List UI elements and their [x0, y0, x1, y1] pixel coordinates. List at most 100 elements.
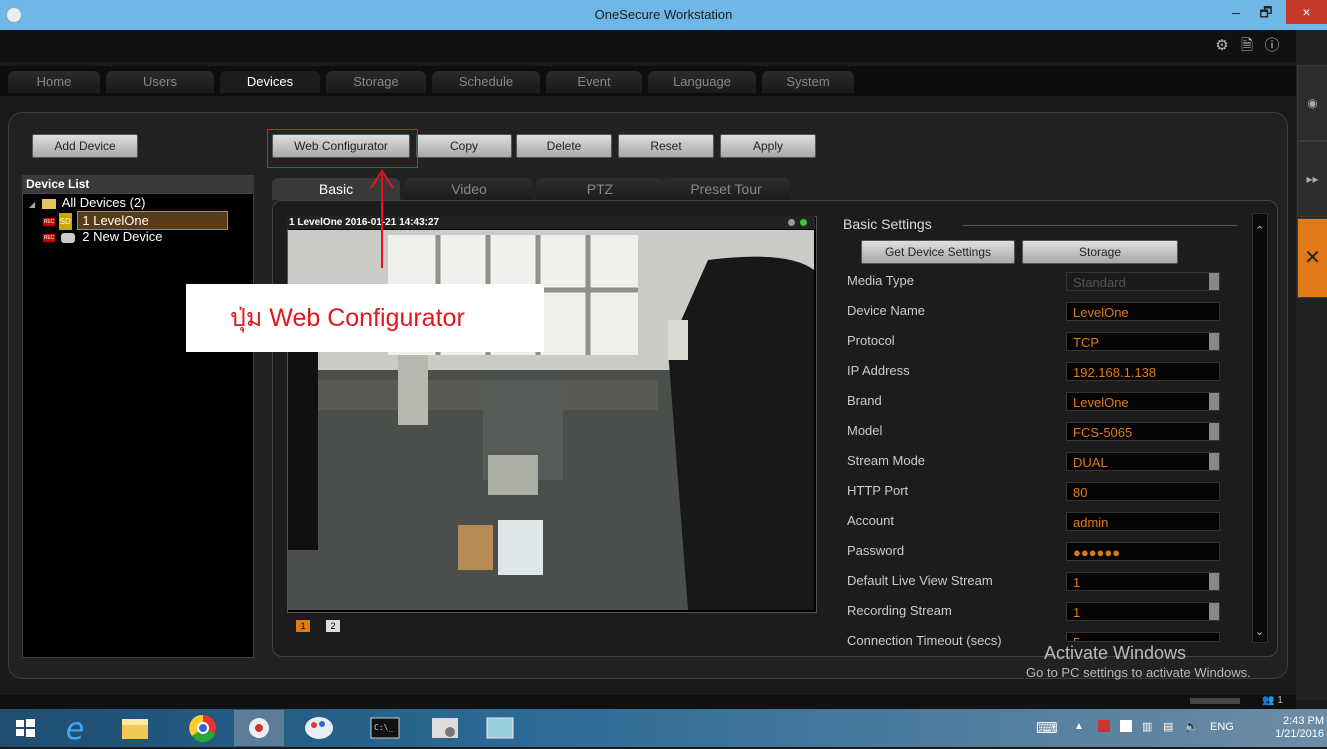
gear-icon[interactable]: ⚙ [1213, 37, 1231, 55]
paint-icon[interactable] [294, 710, 344, 746]
subtab-video[interactable]: Video [405, 178, 533, 200]
get-device-settings-button[interactable]: Get Device Settings [861, 240, 1015, 264]
windows-start-icon[interactable] [0, 710, 50, 746]
activate-windows-subtext: Go to PC settings to activate Windows. [1026, 665, 1251, 680]
setting-dropdown[interactable]: 1 [1066, 602, 1220, 621]
info-icon[interactable]: ⓘ [1263, 37, 1281, 55]
tab-system[interactable]: System [762, 71, 854, 93]
status-dot-icon [788, 219, 795, 226]
setting-value: DUAL [1073, 455, 1108, 470]
onesecure-taskbar-icon[interactable] [234, 710, 284, 746]
setting-value: 192.168.1.138 [1073, 365, 1157, 380]
copy-button[interactable]: Copy [416, 134, 512, 158]
scroll-down-icon[interactable]: ⌄ [1255, 625, 1264, 638]
view-2-button[interactable]: 2 [326, 620, 340, 632]
file-explorer-icon[interactable] [110, 710, 160, 746]
setting-dropdown[interactable]: 1 [1066, 572, 1220, 591]
online-users-count: 👥 1 [1262, 695, 1283, 706]
subtab-ptz[interactable]: PTZ [536, 178, 664, 200]
signal-icon[interactable]: ▥ [1142, 720, 1152, 733]
volume-slider[interactable] [1190, 698, 1240, 704]
tray-app-icon[interactable] [1120, 720, 1132, 732]
volume-icon[interactable]: 🔈 [1184, 719, 1199, 733]
tray-app-icon[interactable] [1098, 720, 1110, 732]
annotation-arrow-icon [370, 169, 394, 268]
keyboard-icon[interactable]: ⌨ [1036, 719, 1058, 737]
chrome-icon[interactable] [178, 710, 228, 746]
dropdown-arrow-icon[interactable] [1209, 453, 1219, 470]
apply-button[interactable]: Apply [720, 134, 816, 158]
svg-text:e: e [66, 712, 84, 746]
subtab-preset-tour[interactable]: Preset Tour [662, 178, 790, 200]
tools-icon[interactable]: ✕ [1297, 218, 1327, 298]
setting-dropdown[interactable]: TCP [1066, 332, 1220, 351]
tab-event[interactable]: Event [546, 71, 642, 93]
eye-icon[interactable]: ◉ [1297, 65, 1327, 141]
settings-scrollbar[interactable]: ⌃ ⌄ [1252, 213, 1268, 643]
setting-label: Stream Mode [847, 453, 926, 468]
setting-input[interactable]: LevelOne [1066, 302, 1220, 321]
dropdown-arrow-icon[interactable] [1209, 573, 1219, 590]
setting-value: 1 [1073, 575, 1081, 590]
storage-button[interactable]: Storage [1022, 240, 1178, 264]
users-icon: 👥 [1262, 695, 1275, 706]
clock[interactable]: 2:43 PM 1/21/2016 [1272, 715, 1324, 741]
users-count: 1 [1277, 695, 1283, 706]
setting-value: 5 [1073, 635, 1080, 641]
device-list-header: Device List [22, 175, 254, 193]
scroll-up-icon[interactable]: ⌃ [1255, 224, 1264, 237]
tree-root-label: All Devices (2) [61, 195, 146, 210]
dropdown-arrow-icon[interactable] [1209, 603, 1219, 620]
setting-label: HTTP Port [847, 483, 909, 498]
expand-arrow-icon[interactable]: ◢ [29, 200, 35, 209]
dropdown-arrow-icon[interactable] [1209, 423, 1219, 440]
app-header [0, 30, 1296, 62]
setting-input[interactable]: 80 [1066, 482, 1220, 501]
control-panel-icon[interactable] [420, 710, 470, 746]
view-1-button[interactable]: 1 [296, 620, 310, 632]
video-overlay-bar: 1 LevelOne 2016-01-21 14:43:27 [287, 216, 815, 229]
minimize-button[interactable]: – [1222, 0, 1250, 24]
maximize-button[interactable]: 🗗 [1252, 0, 1280, 24]
internet-explorer-icon[interactable]: e [50, 710, 100, 747]
setting-value: LevelOne [1073, 305, 1129, 320]
setting-dropdown[interactable]: Standard [1066, 272, 1220, 291]
setting-input[interactable]: admin [1066, 512, 1220, 531]
document-icon[interactable]: 🗎 [1238, 37, 1256, 55]
tab-language[interactable]: Language [648, 71, 756, 93]
fast-forward-icon[interactable]: ▸▸ [1297, 141, 1327, 217]
add-device-button[interactable]: Add Device [32, 134, 138, 158]
dropdown-arrow-icon[interactable] [1209, 393, 1219, 410]
tree-device-2[interactable]: REC 2 New Device [23, 228, 253, 245]
close-button[interactable]: × [1286, 0, 1327, 24]
divider [962, 225, 1238, 226]
tree-root[interactable]: ◢ All Devices (2) [23, 194, 253, 211]
language-indicator[interactable]: ENG [1210, 721, 1234, 733]
setting-dropdown[interactable]: DUAL [1066, 452, 1220, 471]
setting-input[interactable]: ●●●●●● [1066, 542, 1220, 561]
dropdown-arrow-icon[interactable] [1209, 273, 1219, 290]
command-prompt-icon[interactable]: C:\_ [360, 710, 410, 746]
tab-storage[interactable]: Storage [326, 71, 426, 93]
tree-device-1[interactable]: REC SD 1 LevelOne [23, 211, 253, 231]
device-tree: ◢ All Devices (2) REC SD 1 LevelOne REC … [22, 193, 254, 658]
tray-expand-icon[interactable]: ▲ [1074, 721, 1084, 732]
network-icon[interactable]: ▤ [1163, 720, 1173, 733]
reset-button[interactable]: Reset [618, 134, 714, 158]
setting-dropdown[interactable]: LevelOne [1066, 392, 1220, 411]
delete-button[interactable]: Delete [516, 134, 612, 158]
remote-desktop-icon[interactable] [475, 710, 525, 746]
tab-users[interactable]: Users [106, 71, 214, 93]
setting-label: Default Live View Stream [847, 573, 993, 588]
annotation-label: ปุ่ม Web Configurator [186, 284, 544, 352]
setting-input[interactable]: 192.168.1.138 [1066, 362, 1220, 381]
clock-date: 1/21/2016 [1275, 728, 1324, 740]
tab-devices[interactable]: Devices [220, 71, 320, 93]
tab-schedule[interactable]: Schedule [432, 71, 540, 93]
status-dot-icon [800, 219, 807, 226]
setting-input[interactable]: 5 [1066, 632, 1220, 642]
setting-value: admin [1073, 515, 1109, 530]
dropdown-arrow-icon[interactable] [1209, 333, 1219, 350]
setting-dropdown[interactable]: FCS-5065 [1066, 422, 1220, 441]
tab-home[interactable]: Home [8, 71, 100, 93]
